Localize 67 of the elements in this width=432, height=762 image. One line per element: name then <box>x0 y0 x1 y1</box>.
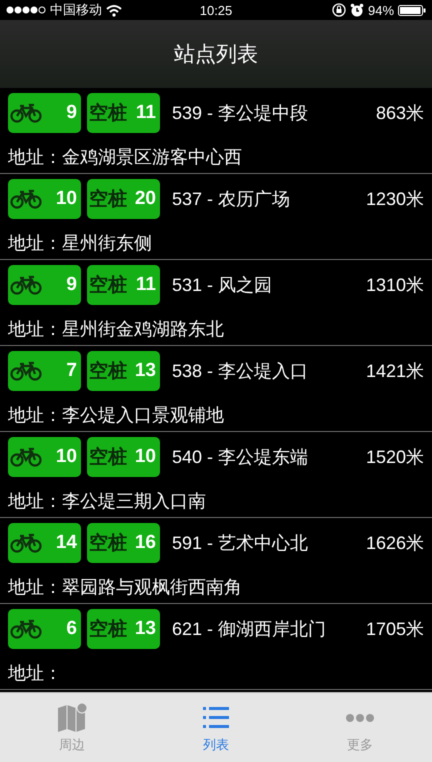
station-row[interactable]: 14 空桩 16 591 - 艺术中心北 1626米 地址：翠园路与观枫街西南角 <box>0 518 432 604</box>
bicycle-icon <box>10 534 42 553</box>
clock-time: 10:25 <box>200 2 232 18</box>
bike-count: 10 <box>56 446 77 468</box>
station-name: 537 - 农历广场 <box>172 188 292 211</box>
station-name: 539 - 李公堤中段 <box>172 102 310 125</box>
bicycle-icon <box>10 448 42 467</box>
bike-count: 10 <box>56 188 77 210</box>
bicycle-icon <box>10 620 42 639</box>
empty-docks-label: 空桩 <box>89 102 127 126</box>
station-distance: 863米 <box>376 102 424 125</box>
station-distance: 1705米 <box>366 618 424 641</box>
bike-count: 9 <box>66 274 77 296</box>
station-distance: 1230米 <box>366 188 424 211</box>
station-name: 531 - 风之园 <box>172 274 274 297</box>
station-distance: 1520米 <box>366 446 424 469</box>
station-row[interactable]: 7 空桩 13 538 - 李公堤入口 1421米 地址：李公堤入口景观铺地 <box>0 346 432 432</box>
empty-docks-label: 空桩 <box>89 360 127 384</box>
empty-docks-label: 空桩 <box>89 274 127 298</box>
bike-count: 14 <box>56 532 77 554</box>
station-name: 538 - 李公堤入口 <box>172 360 310 383</box>
station-row[interactable]: 6 空桩 13 621 - 御湖西岸北门 1705米 地址： <box>0 604 432 690</box>
dock-count: 13 <box>134 618 156 640</box>
more-icon <box>346 714 374 722</box>
empty-docks-label: 空桩 <box>89 618 127 642</box>
bike-count: 9 <box>66 102 77 124</box>
map-icon <box>56 702 88 734</box>
battery-icon <box>398 4 426 16</box>
empty-docks-label: 空桩 <box>89 188 127 212</box>
screen-title: 站点列表 <box>174 42 258 68</box>
station-address: 地址：金鸡湖景区游客中心西 <box>8 146 243 169</box>
rotation-lock-icon <box>332 3 346 17</box>
empty-docks-label: 空桩 <box>89 532 127 556</box>
carrier-name: 中国移动 <box>50 1 102 19</box>
dock-count: 16 <box>134 532 156 554</box>
bicycle-icon <box>10 362 42 381</box>
station-distance: 1421米 <box>366 360 424 383</box>
dock-count: 11 <box>136 102 156 124</box>
bike-count: 7 <box>66 360 77 382</box>
bicycle-icon <box>10 190 42 209</box>
station-name: 591 - 艺术中心北 <box>172 532 310 555</box>
battery-percent: 94% <box>368 2 394 18</box>
dock-count: 13 <box>134 360 156 382</box>
alarm-icon <box>350 3 364 17</box>
dock-count: 10 <box>134 446 156 468</box>
station-row[interactable]: 10 空桩 10 540 - 李公堤东端 1520米 地址：李公堤三期入口南 <box>0 432 432 518</box>
station-row[interactable]: 10 空桩 20 537 - 农历广场 1230米 地址：星州街东侧 <box>0 174 432 260</box>
station-address: 地址： <box>8 662 63 685</box>
dock-count: 11 <box>136 274 156 296</box>
wifi-icon <box>106 4 122 16</box>
station-name: 540 - 李公堤东端 <box>172 446 310 469</box>
station-distance: 1626米 <box>366 532 424 555</box>
station-address: 地址：李公堤入口景观铺地 <box>8 404 225 427</box>
station-address: 地址：翠园路与观枫街西南角 <box>8 576 243 599</box>
station-address: 地址：李公堤三期入口南 <box>8 490 207 513</box>
station-address: 地址：星州街金鸡湖路东北 <box>8 318 225 341</box>
bicycle-icon <box>10 104 42 123</box>
bicycle-icon <box>10 276 42 295</box>
station-row[interactable]: 9 空桩 11 531 - 风之园 1310米 地址：星州街金鸡湖路东北 <box>0 260 432 346</box>
empty-docks-label: 空桩 <box>89 446 127 470</box>
station-distance: 1310米 <box>366 274 424 297</box>
station-name: 621 - 御湖西岸北门 <box>172 618 328 641</box>
station-row[interactable]: 9 空桩 11 539 - 李公堤中段 863米 地址：金鸡湖景区游客中心西 <box>0 88 432 174</box>
dock-count: 20 <box>134 188 156 210</box>
bike-count: 6 <box>66 618 77 640</box>
station-address: 地址：星州街东侧 <box>8 232 153 255</box>
signal-icon <box>6 5 46 15</box>
